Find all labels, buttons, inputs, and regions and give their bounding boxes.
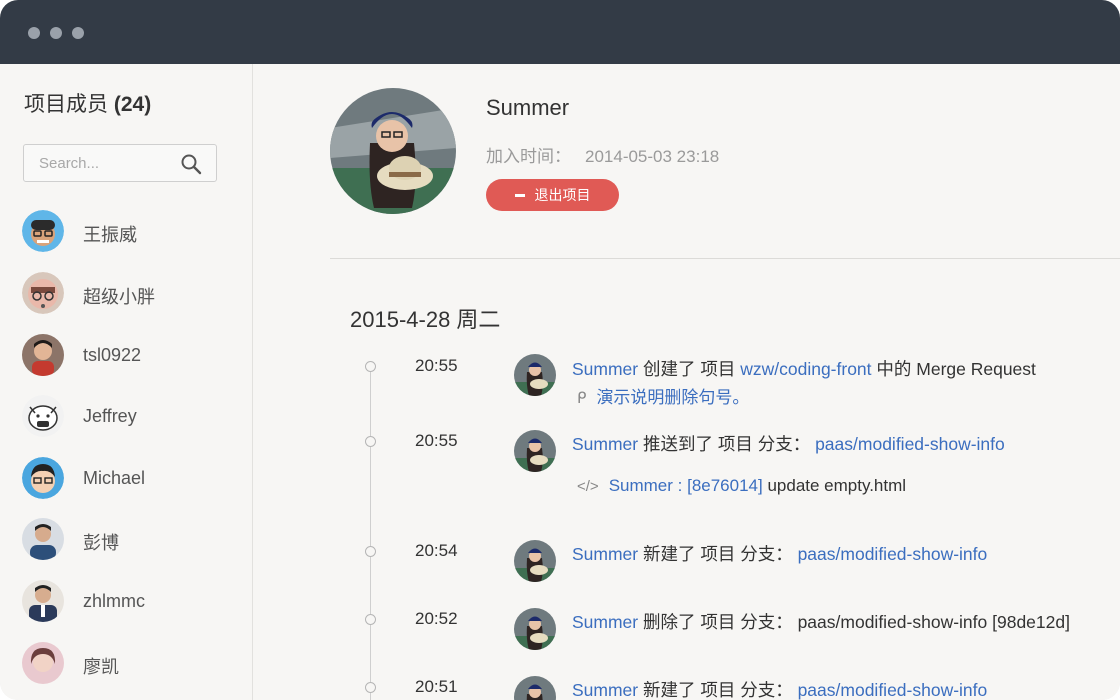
user-link[interactable]: Summer [572,359,638,379]
avatar [22,457,64,499]
event-suffix: 中的 Merge Request [871,359,1036,379]
member-name: Jeffrey [83,406,137,426]
deleted-branch: paas/modified-show-info [98de12d] [797,612,1070,632]
profile-avatar [330,88,456,214]
event-text: Summer 新建了 项目 分支： paas/modified-show-inf… [572,677,987,700]
avatar [22,334,64,376]
search-input[interactable] [24,145,189,181]
avatar [514,354,556,396]
code-icon: </> [577,478,599,495]
timeline-dot [365,614,376,625]
timeline-dot [365,682,376,693]
search-icon[interactable] [180,153,202,175]
member-search [23,144,217,182]
commit-message: update empty.html [762,476,907,495]
user-link[interactable]: Summer [572,680,638,700]
member-name: 彭博 [83,533,119,553]
main-content: Summer 加入时间： 2014-05-03 23:18 退出项目 2015-4… [253,64,1120,700]
member-name: 超级小胖 [83,287,155,307]
avatar [514,676,556,700]
user-link[interactable]: Summer [572,434,638,454]
event-text: Summer 新建了 项目 分支： paas/modified-show-inf… [572,541,987,566]
member-item[interactable]: tsl0922 [22,334,242,378]
merge-request-link[interactable]: 演示说明删除句号。 [596,388,749,407]
member-item[interactable]: 彭博 [22,518,242,562]
join-time-label: 加入时间： [486,147,571,166]
avatar [514,430,556,472]
app-window: 项目成员 (24) 王振威 超级小胖 tsl0922 [0,0,1120,700]
commit-user-link[interactable]: Summer [609,476,673,495]
quit-project-button[interactable]: 退出项目 [486,179,619,211]
join-time: 加入时间： 2014-05-03 23:18 [486,142,719,167]
event-text: Summer 删除了 项目 分支： paas/modified-show-inf… [572,609,1070,634]
timeline-dot [365,361,376,372]
event-time: 20:55 [415,431,458,450]
member-item[interactable]: 廖凯 [22,642,242,686]
avatar [22,642,64,684]
event-time: 20:54 [415,541,458,560]
event-time: 20:55 [415,356,458,375]
timeline-dot [365,546,376,557]
timeline-dot [365,436,376,447]
profile-name: Summer [486,95,570,120]
event-time: 20:51 [415,677,458,696]
members-heading-label: 项目成员 [24,93,108,116]
user-link[interactable]: Summer [572,544,638,564]
commit-hash-link[interactable]: [8e76014] [687,476,763,495]
event-text: Summer 推送到了 项目 分支： paas/modified-show-in… [572,431,1005,456]
event-action: 创建了 项目 [638,359,741,379]
title-bar [0,0,1120,64]
member-item[interactable]: 超级小胖 [22,272,242,316]
event-action: 删除了 项目 分支： [638,612,798,632]
divider [330,258,1120,259]
quit-project-label: 退出项目 [534,187,591,203]
minus-icon [514,193,525,197]
member-name: tsl0922 [83,345,142,365]
window-dot-close[interactable] [28,27,40,39]
avatar [514,540,556,582]
member-item[interactable]: Michael [22,457,242,501]
member-item[interactable]: 王振威 [22,210,242,254]
event-text: Summer 创建了 项目 wzw/coding-front 中的 Merge … [572,356,1036,381]
avatar [22,580,64,622]
branch-link[interactable]: paas/modified-show-info [798,680,988,700]
member-name: 廖凯 [83,657,119,677]
timeline-line [370,366,371,700]
merge-request-line: ᑭ 演示说明删除句号。 [577,383,749,408]
branch-link[interactable]: paas/modified-show-info [815,434,1005,454]
members-count: (24) [113,93,152,116]
event-time: 20:52 [415,609,458,628]
project-link[interactable]: wzw/coding-front [740,359,871,379]
avatar [22,272,64,314]
avatar [514,608,556,650]
user-link[interactable]: Summer [572,612,638,632]
timeline-date: 2015-4-28 周二 [350,307,501,332]
event-action: 新建了 项目 分支： [638,680,798,700]
avatar [22,395,64,437]
member-name: Michael [83,468,146,488]
commit-line: </> Summer : [8e76014] update empty.html [577,476,906,496]
event-action: 新建了 项目 分支： [638,544,798,564]
member-name: 王振威 [83,225,137,245]
members-sidebar: 项目成员 (24) 王振威 超级小胖 tsl0922 [0,64,253,700]
member-item[interactable]: zhlmmc [22,580,242,624]
branch-link[interactable]: paas/modified-show-info [798,544,988,564]
members-heading: 项目成员 (24) [24,88,151,118]
window-dot-maximize[interactable] [72,27,84,39]
avatar [22,210,64,252]
member-name: zhlmmc [83,591,145,611]
commit-separator: : [672,476,688,495]
avatar [22,518,64,560]
member-item[interactable]: Jeffrey [22,395,242,439]
window-dot-minimize[interactable] [50,27,62,39]
merge-request-icon: ᑭ [577,390,587,407]
event-action: 推送到了 项目 分支： [638,434,816,454]
join-time-value: 2014-05-03 23:18 [585,147,720,166]
